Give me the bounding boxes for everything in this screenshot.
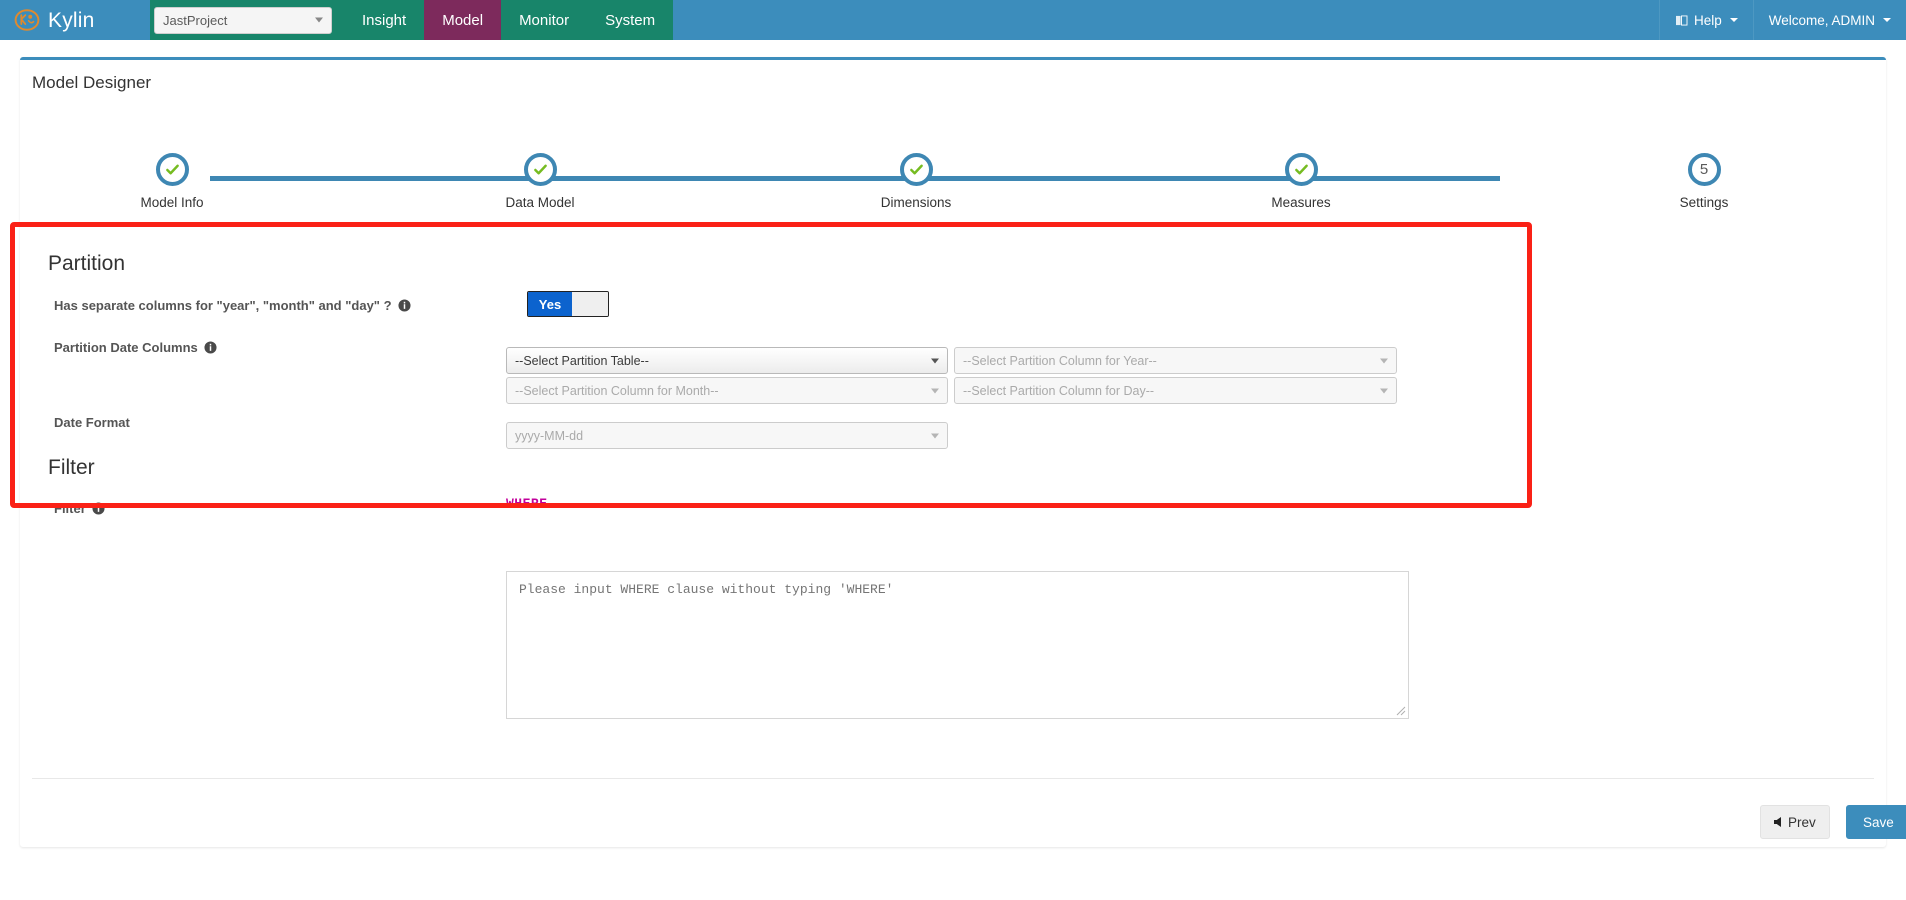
step-number: 5 bbox=[1699, 161, 1709, 178]
info-icon[interactable] bbox=[397, 299, 411, 312]
step-circle bbox=[1284, 153, 1318, 186]
partition-date-columns-label-text: Partition Date Columns bbox=[54, 340, 198, 355]
chevron-down-icon bbox=[931, 388, 939, 393]
arrow-left-icon bbox=[1774, 817, 1781, 827]
chevron-down-icon bbox=[1883, 18, 1891, 22]
project-selector-value: JastProject bbox=[163, 12, 228, 28]
filter-label: Filter bbox=[54, 501, 105, 516]
partition-table-select[interactable]: --Select Partition Table-- bbox=[506, 347, 948, 374]
project-selector-wrap: JastProject bbox=[150, 0, 344, 40]
partition-column-day-select[interactable]: --Select Partition Column for Day-- bbox=[954, 377, 1397, 404]
filter-section-title: Filter bbox=[48, 456, 95, 479]
user-label: Welcome, ADMIN bbox=[1768, 12, 1875, 28]
partition-column-year-select[interactable]: --Select Partition Column for Year-- bbox=[954, 347, 1397, 374]
nav-item-model[interactable]: Model bbox=[424, 0, 502, 40]
step-data-model[interactable]: Data Model bbox=[480, 153, 600, 210]
step-label: Data Model bbox=[505, 195, 575, 210]
date-format-label-text: Date Format bbox=[54, 415, 130, 430]
nav-item-insight[interactable]: Insight bbox=[344, 0, 425, 40]
nav-item-label: Model bbox=[442, 11, 484, 29]
chevron-down-icon bbox=[1380, 358, 1388, 363]
separate-columns-label: Has separate columns for "year", "month"… bbox=[54, 298, 411, 313]
step-circle: 5 bbox=[1687, 153, 1721, 186]
book-icon bbox=[1675, 14, 1688, 26]
top-navbar: Kylin JastProject Insight Model Monitor … bbox=[0, 0, 1906, 40]
step-label: Dimensions bbox=[880, 195, 952, 210]
info-icon[interactable] bbox=[204, 341, 217, 354]
step-dimensions[interactable]: Dimensions bbox=[856, 153, 976, 210]
step-label: Settings bbox=[1679, 195, 1729, 210]
help-label: Help bbox=[1693, 12, 1722, 28]
filter-where-textarea[interactable] bbox=[506, 571, 1409, 719]
toggle-on-label: Yes bbox=[528, 292, 572, 316]
prev-button-label: Prev bbox=[1788, 814, 1816, 830]
chevron-down-icon bbox=[931, 358, 939, 363]
content-panel: Model Designer Model Info Data Model Dim… bbox=[20, 57, 1906, 847]
kylin-logo-icon bbox=[14, 9, 40, 31]
step-label: Measures bbox=[1271, 195, 1331, 210]
nav-item-label: Insight bbox=[362, 11, 407, 29]
separate-columns-label-text: Has separate columns for "year", "month"… bbox=[54, 298, 392, 313]
check-icon bbox=[533, 164, 547, 175]
navbar-spacer bbox=[673, 0, 1659, 40]
partition-column-month-select[interactable]: --Select Partition Column for Month-- bbox=[506, 377, 948, 404]
nav-item-monitor[interactable]: Monitor bbox=[501, 0, 588, 40]
project-selector[interactable]: JastProject bbox=[154, 6, 332, 34]
step-label: Model Info bbox=[140, 195, 204, 210]
nav-item-label: System bbox=[605, 11, 656, 29]
page-title: Model Designer bbox=[32, 73, 152, 92]
nav-item-label: Monitor bbox=[519, 11, 570, 29]
nav-item-system[interactable]: System bbox=[587, 0, 674, 40]
toggle-knob bbox=[572, 292, 608, 316]
chevron-down-icon bbox=[315, 17, 323, 23]
step-model-info[interactable]: Model Info bbox=[112, 153, 232, 210]
step-circle bbox=[523, 153, 557, 186]
date-format-value: yyyy-MM-dd bbox=[515, 428, 584, 443]
info-icon[interactable] bbox=[92, 502, 105, 515]
navbar-right: Help Welcome, ADMIN bbox=[1658, 0, 1906, 40]
help-menu[interactable]: Help bbox=[1658, 0, 1753, 40]
chevron-down-icon bbox=[1380, 388, 1388, 393]
chevron-down-icon bbox=[931, 433, 939, 438]
date-format-label: Date Format bbox=[54, 415, 130, 430]
partition-column-day-value: --Select Partition Column for Day-- bbox=[963, 383, 1155, 398]
partition-table-select-value: --Select Partition Table-- bbox=[515, 353, 649, 368]
user-menu[interactable]: Welcome, ADMIN bbox=[1752, 0, 1906, 40]
chevron-down-icon bbox=[1729, 18, 1738, 22]
step-measures[interactable]: Measures bbox=[1241, 153, 1361, 210]
wizard-stepper: Model Info Data Model Dimensions Measure… bbox=[20, 107, 1886, 212]
date-format-select[interactable]: yyyy-MM-dd bbox=[506, 422, 948, 449]
check-icon bbox=[1294, 164, 1308, 175]
brand-text: Kylin bbox=[48, 8, 95, 32]
step-settings[interactable]: 5 Settings bbox=[1644, 153, 1764, 210]
brand[interactable]: Kylin bbox=[0, 0, 150, 40]
partition-column-year-value: --Select Partition Column for Year-- bbox=[963, 353, 1157, 368]
partition-date-columns-label: Partition Date Columns bbox=[54, 340, 217, 355]
prev-button[interactable]: Prev bbox=[1760, 805, 1830, 839]
step-circle bbox=[155, 153, 189, 186]
footer-divider bbox=[32, 778, 1874, 779]
save-button[interactable]: Save bbox=[1846, 805, 1906, 839]
separate-columns-toggle[interactable]: Yes bbox=[527, 291, 609, 317]
filter-label-text: Filter bbox=[54, 501, 86, 516]
check-icon bbox=[165, 164, 179, 175]
partition-column-month-value: --Select Partition Column for Month-- bbox=[515, 383, 719, 398]
where-keyword-label: WHERE bbox=[506, 496, 548, 511]
partition-section-title: Partition bbox=[48, 252, 126, 275]
save-button-label: Save bbox=[1863, 814, 1894, 830]
step-circle bbox=[899, 153, 933, 186]
check-icon bbox=[909, 164, 923, 175]
